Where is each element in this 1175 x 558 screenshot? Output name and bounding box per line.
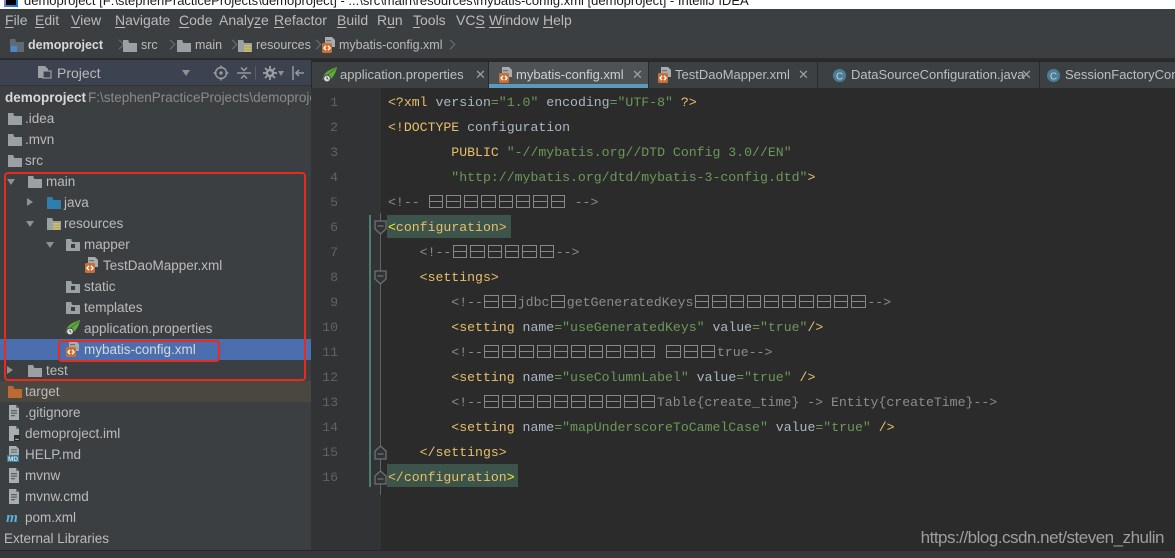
svg-text:MD: MD: [8, 456, 18, 462]
svg-text:C: C: [836, 71, 843, 82]
svg-text:m: m: [6, 510, 18, 524]
svg-text:C: C: [1050, 71, 1057, 82]
